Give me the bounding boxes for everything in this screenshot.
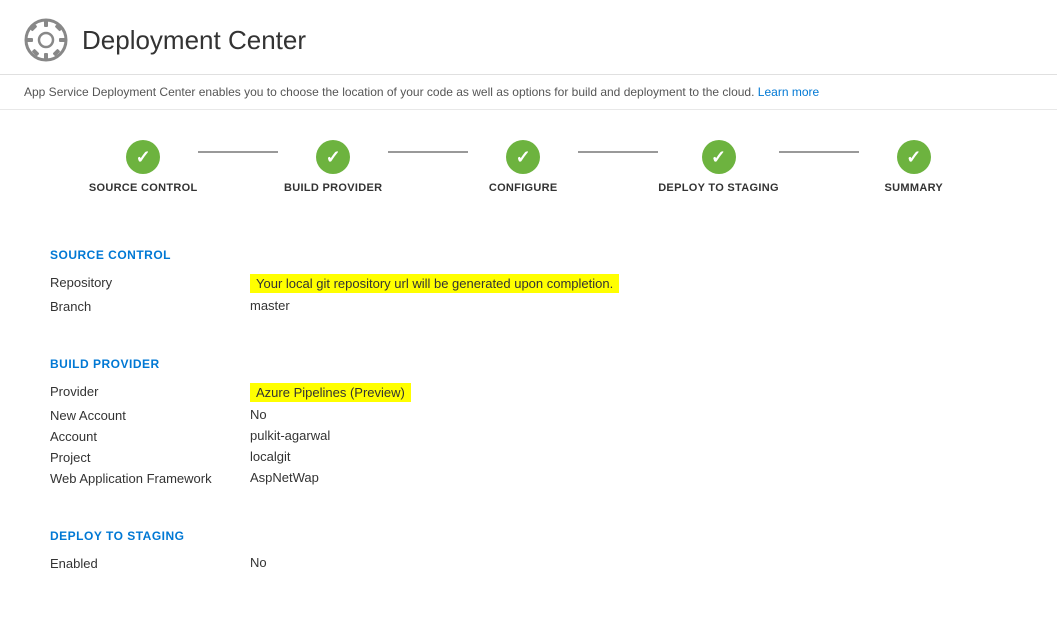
step-label-deploy-staging: DEPLOY TO STAGING [658,182,779,194]
step-label-configure: CONFIGURE [489,182,558,194]
step-circle-deploy-staging [702,140,736,174]
step-connector-1 [198,151,278,153]
new-account-value: No [250,407,267,422]
checkmark-icon-3 [516,147,531,168]
step-label-source-control: SOURCE CONTROL [89,182,198,194]
step-circle-summary [897,140,931,174]
source-control-section-title: SOURCE CONTROL [50,248,1007,262]
branch-label: Branch [50,298,250,314]
deploy-staging-section-title: DEPLOY TO STAGING [50,529,1007,543]
web-app-framework-label: Web Application Framework [50,470,250,486]
enabled-value: No [250,555,267,570]
web-app-framework-row: Web Application Framework AspNetWap [50,470,1007,486]
enabled-row: Enabled No [50,555,1007,571]
web-app-framework-value: AspNetWap [250,470,319,485]
provider-label: Provider [50,383,250,399]
new-account-row: New Account No [50,407,1007,423]
provider-row: Provider Azure Pipelines (Preview) [50,383,1007,402]
checkmark-icon-4 [711,147,726,168]
step-build-provider[interactable]: BUILD PROVIDER [278,140,388,194]
main-content: SOURCE CONTROL Repository Your local git… [0,218,1057,606]
build-provider-section-title: BUILD PROVIDER [50,357,1007,371]
page-title: Deployment Center [82,25,306,56]
account-row: Account pulkit-agarwal [50,428,1007,444]
new-account-label: New Account [50,407,250,423]
subtext-bar: App Service Deployment Center enables yo… [0,75,1057,110]
step-circle-source-control [126,140,160,174]
account-value: pulkit-agarwal [250,428,330,443]
project-label: Project [50,449,250,465]
page-header: Deployment Center [0,0,1057,75]
subtext-description: App Service Deployment Center enables yo… [24,85,754,99]
provider-value: Azure Pipelines (Preview) [250,383,411,402]
step-connector-4 [779,151,859,153]
repository-value: Your local git repository url will be ge… [250,274,619,293]
step-connector-3 [578,151,658,153]
gear-icon [24,18,68,62]
checkmark-icon-2 [326,147,341,168]
enabled-label: Enabled [50,555,250,571]
step-label-build-provider: BUILD PROVIDER [284,182,382,194]
account-label: Account [50,428,250,444]
step-container: SOURCE CONTROL BUILD PROVIDER CONFIGURE … [88,140,969,194]
branch-value: master [250,298,290,313]
step-circle-configure [506,140,540,174]
step-deploy-staging[interactable]: DEPLOY TO STAGING [658,140,779,194]
repository-label: Repository [50,274,250,290]
project-row: Project localgit [50,449,1007,465]
step-connector-2 [388,151,468,153]
learn-more-link[interactable]: Learn more [758,85,819,99]
wizard-steps: SOURCE CONTROL BUILD PROVIDER CONFIGURE … [0,110,1057,218]
step-label-summary: SUMMARY [885,182,944,194]
step-summary[interactable]: SUMMARY [859,140,969,194]
step-configure[interactable]: CONFIGURE [468,140,578,194]
source-control-branch-row: Branch master [50,298,1007,314]
source-control-repository-row: Repository Your local git repository url… [50,274,1007,293]
step-circle-build-provider [316,140,350,174]
step-source-control[interactable]: SOURCE CONTROL [88,140,198,194]
checkmark-icon [136,147,151,168]
checkmark-icon-5 [906,147,921,168]
project-value: localgit [250,449,290,464]
